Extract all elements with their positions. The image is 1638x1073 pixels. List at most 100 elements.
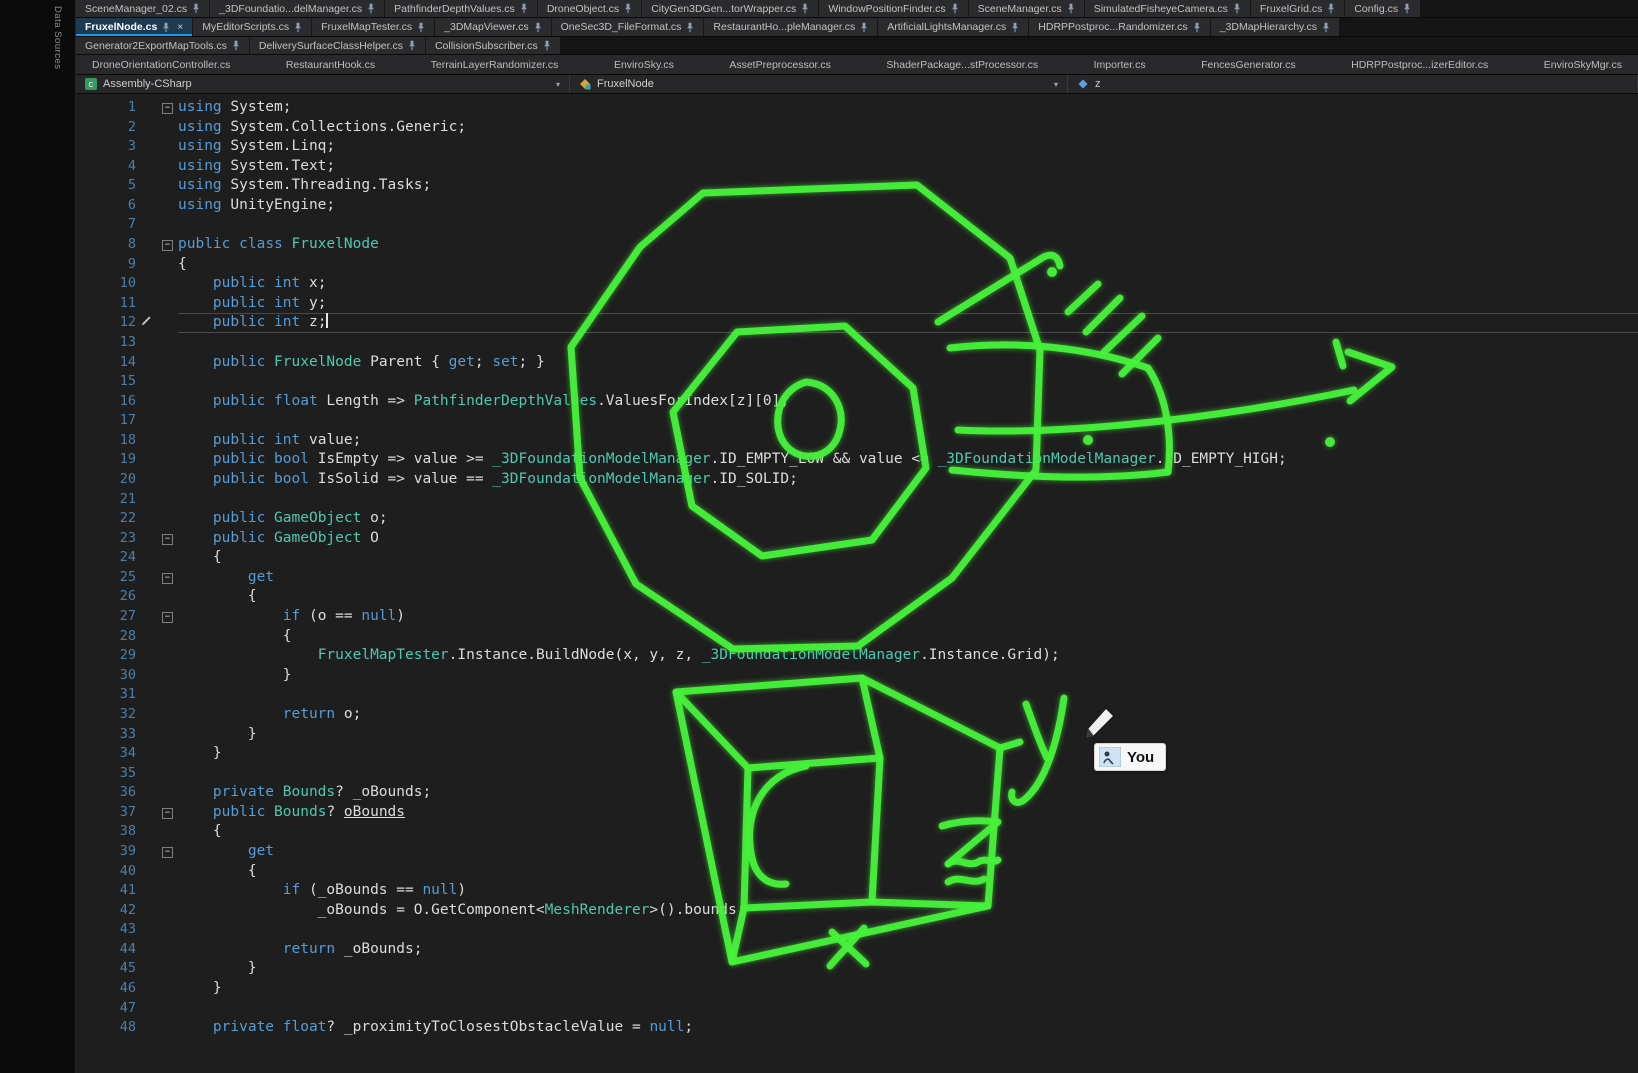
code-line-38[interactable]: 38 {	[76, 822, 1638, 842]
code-line-12[interactable]: 12 public int z;	[76, 313, 1638, 333]
line-number[interactable]: 15	[76, 372, 138, 392]
code-line-29[interactable]: 29 FruxelMapTester.Instance.BuildNode(x,…	[76, 646, 1638, 666]
code-line-4[interactable]: 4using System.Text;	[76, 157, 1638, 177]
code-line-32[interactable]: 32 return o;	[76, 705, 1638, 725]
tab-config-cs[interactable]: Config.cs	[1345, 0, 1421, 17]
line-number[interactable]: 46	[76, 979, 138, 999]
tab-envirosky-cs[interactable]: EnviroSky.cs	[610, 59, 678, 71]
code-line-48[interactable]: 48 private float? _proximityToClosestObs…	[76, 1018, 1638, 1038]
code-line-47[interactable]: 47	[76, 999, 1638, 1019]
code-line-8[interactable]: 8−public class FruxelNode	[76, 235, 1638, 255]
line-number[interactable]: 38	[76, 822, 138, 842]
code-line-22[interactable]: 22 public GameObject o;	[76, 509, 1638, 529]
tab-generator2exportmaptools-cs[interactable]: Generator2ExportMapTools.cs	[76, 37, 250, 54]
fold-collapse-icon[interactable]: −	[154, 607, 178, 627]
code-line-19[interactable]: 19 public bool IsEmpty => value >= _3DFo…	[76, 450, 1638, 470]
tab-simulatedfisheyecamera-cs[interactable]: SimulatedFisheyeCamera.cs	[1085, 0, 1251, 17]
code-line-37[interactable]: 37− public Bounds? oBounds	[76, 803, 1638, 823]
line-number[interactable]: 12	[76, 313, 138, 333]
line-number[interactable]: 22	[76, 509, 138, 529]
line-number[interactable]: 6	[76, 196, 138, 216]
code-line-7[interactable]: 7	[76, 215, 1638, 235]
code-line-20[interactable]: 20 public bool IsSolid => value == _3DFo…	[76, 470, 1638, 490]
line-number[interactable]: 8	[76, 235, 138, 255]
line-number[interactable]: 4	[76, 157, 138, 177]
code-line-28[interactable]: 28 {	[76, 627, 1638, 647]
line-number[interactable]: 1	[76, 98, 138, 118]
tab-hdrppostproc-izereditor-cs[interactable]: HDRPPostproc...izerEditor.cs	[1347, 59, 1492, 71]
data-sources-vertical-tab[interactable]: Data Sources	[52, 6, 63, 70]
code-line-15[interactable]: 15	[76, 372, 1638, 392]
tab-fruxelgrid-cs[interactable]: FruxelGrid.cs	[1251, 0, 1345, 17]
fold-collapse-icon[interactable]: −	[154, 803, 178, 823]
line-number[interactable]: 34	[76, 744, 138, 764]
tab-onesec3d-fileformat-cs[interactable]: OneSec3D_FileFormat.cs	[552, 18, 705, 36]
line-number[interactable]: 16	[76, 392, 138, 412]
line-number[interactable]: 48	[76, 1018, 138, 1038]
tab-droneorientationcontroller-cs[interactable]: DroneOrientationController.cs	[88, 59, 234, 71]
code-line-43[interactable]: 43	[76, 920, 1638, 940]
tab-deliverysurfaceclasshelper-cs[interactable]: DeliverySurfaceClassHelper.cs	[250, 37, 426, 54]
code-line-24[interactable]: 24 {	[76, 548, 1638, 568]
line-number[interactable]: 45	[76, 959, 138, 979]
line-number[interactable]: 7	[76, 215, 138, 235]
tab-fruxelnode-cs[interactable]: FruxelNode.cs×	[76, 18, 193, 36]
line-number[interactable]: 42	[76, 901, 138, 921]
line-number[interactable]: 30	[76, 666, 138, 686]
tab-importer-cs[interactable]: Importer.cs	[1090, 59, 1150, 71]
code-line-33[interactable]: 33 }	[76, 725, 1638, 745]
tab-scenemanager-cs[interactable]: SceneManager.cs	[969, 0, 1085, 17]
code-line-17[interactable]: 17	[76, 411, 1638, 431]
code-line-36[interactable]: 36 private Bounds? _oBounds;	[76, 783, 1638, 803]
fold-collapse-icon[interactable]: −	[154, 842, 178, 862]
tab-droneobject-cs[interactable]: DroneObject.cs	[538, 0, 642, 17]
code-line-46[interactable]: 46 }	[76, 979, 1638, 999]
member-dropdown[interactable]: z	[1068, 75, 1638, 93]
tab-assetpreprocessor-cs[interactable]: AssetPreprocessor.cs	[725, 59, 835, 71]
code-line-39[interactable]: 39− get	[76, 842, 1638, 862]
fold-collapse-icon[interactable]: −	[154, 235, 178, 255]
line-number[interactable]: 47	[76, 999, 138, 1019]
line-number[interactable]: 24	[76, 548, 138, 568]
code-line-14[interactable]: 14 public FruxelNode Parent { get; set; …	[76, 353, 1638, 373]
code-line-10[interactable]: 10 public int x;	[76, 274, 1638, 294]
tab--3dmapviewer-cs[interactable]: _3DMapViewer.cs	[435, 18, 551, 36]
code-line-41[interactable]: 41 if (_oBounds == null)	[76, 881, 1638, 901]
fold-collapse-icon[interactable]: −	[154, 529, 178, 549]
tab-citygen3dgen-torwrapper-cs[interactable]: CityGen3DGen...torWrapper.cs	[642, 0, 819, 17]
tab-terrainlayerrandomizer-cs[interactable]: TerrainLayerRandomizer.cs	[427, 59, 563, 71]
line-number[interactable]: 43	[76, 920, 138, 940]
line-number[interactable]: 41	[76, 881, 138, 901]
code-line-9[interactable]: 9{	[76, 255, 1638, 275]
tab-fencesgenerator-cs[interactable]: FencesGenerator.cs	[1197, 59, 1300, 71]
code-line-27[interactable]: 27− if (o == null)	[76, 607, 1638, 627]
tab-shaderpackage-stprocessor-cs[interactable]: ShaderPackage...stProcessor.cs	[882, 59, 1042, 71]
line-number[interactable]: 40	[76, 862, 138, 882]
tab-artificiallightsmanager-cs[interactable]: ArtificialLightsManager.cs	[878, 18, 1029, 36]
line-number[interactable]: 27	[76, 607, 138, 627]
line-number[interactable]: 10	[76, 274, 138, 294]
line-number[interactable]: 35	[76, 764, 138, 784]
line-number[interactable]: 18	[76, 431, 138, 451]
code-line-34[interactable]: 34 }	[76, 744, 1638, 764]
code-line-35[interactable]: 35	[76, 764, 1638, 784]
line-number[interactable]: 21	[76, 490, 138, 510]
code-line-6[interactable]: 6using UnityEngine;	[76, 196, 1638, 216]
fold-collapse-icon[interactable]: −	[154, 568, 178, 588]
line-number[interactable]: 13	[76, 333, 138, 353]
code-line-18[interactable]: 18 public int value;	[76, 431, 1638, 451]
line-number[interactable]: 31	[76, 685, 138, 705]
code-line-5[interactable]: 5using System.Threading.Tasks;	[76, 176, 1638, 196]
tab-hdrppostproc-randomizer-cs[interactable]: HDRPPostproc...Randomizer.cs	[1029, 18, 1210, 36]
code-line-1[interactable]: 1−using System;	[76, 98, 1638, 118]
line-number[interactable]: 28	[76, 627, 138, 647]
line-number[interactable]: 23	[76, 529, 138, 549]
tab-collisionsubscriber-cs[interactable]: CollisionSubscriber.cs	[426, 37, 561, 54]
line-number[interactable]: 39	[76, 842, 138, 862]
code-line-2[interactable]: 2using System.Collections.Generic;	[76, 118, 1638, 138]
code-line-23[interactable]: 23− public GameObject O	[76, 529, 1638, 549]
line-number[interactable]: 32	[76, 705, 138, 725]
line-number[interactable]: 37	[76, 803, 138, 823]
code-line-26[interactable]: 26 {	[76, 587, 1638, 607]
line-number[interactable]: 17	[76, 411, 138, 431]
